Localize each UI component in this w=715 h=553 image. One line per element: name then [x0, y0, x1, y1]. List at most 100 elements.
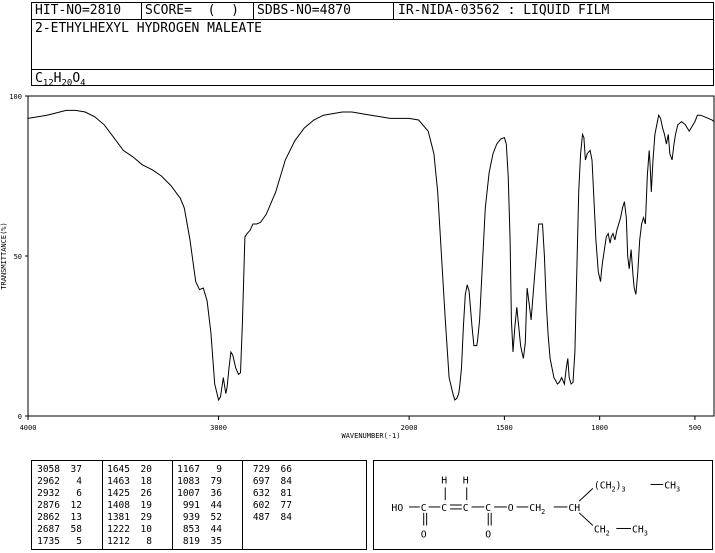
peak-row: 2932 6 — [36, 488, 82, 500]
x-tick-label: 4000 — [20, 424, 37, 432]
spectrum-line — [27, 109, 715, 402]
x-tick-label: 3000 — [210, 424, 227, 432]
peak-wavenumber: 2962 — [37, 476, 60, 487]
peak-wavenumber: 1007 — [177, 488, 200, 499]
peak-wavenumber: 487 — [252, 512, 270, 523]
struct-h1: H — [441, 475, 447, 486]
peak-transmittance: 77 — [280, 500, 292, 511]
peak-row: 1167 9 — [176, 464, 222, 476]
y-tick-label: 50 — [14, 253, 22, 261]
struct-o2: O — [485, 529, 491, 540]
ir-spectrum-chart: 4000 3000 2000 1500 1000 500 0 50 100 WAVENUMBER… — [0, 93, 715, 440]
x-tick-label: 500 — [689, 424, 702, 432]
struct-o1: O — [421, 529, 427, 540]
peak-row: 2687 58 — [36, 524, 82, 536]
peak-row: 3058 37 — [36, 464, 82, 476]
peak-wavenumber: 3058 — [37, 464, 60, 475]
peak-transmittance: 19 — [140, 500, 152, 511]
peak-row: 1408 19 — [106, 500, 152, 512]
peak-wavenumber: 1735 — [37, 536, 60, 547]
peak-wavenumber: 1463 — [107, 476, 130, 487]
peak-transmittance: 58 — [70, 524, 82, 535]
peak-table: 3058 37 2962 4 2932 6 2876 12 2862 13 2687 58 1735 5 1… — [31, 460, 367, 550]
peak-transmittance: 36 — [210, 488, 222, 499]
peak-transmittance: 10 — [140, 524, 152, 535]
chemical-structure: HO C O C H C H C O O CH2 CH (CH2)3 CH3 C… — [373, 460, 713, 550]
peak-wavenumber: 2876 — [37, 500, 60, 511]
compound-name: 2-ETHYLHEXYL HYDROGEN MALEATE — [35, 21, 262, 36]
peak-wavenumber: 697 — [252, 476, 270, 487]
chart-axes — [27, 95, 715, 417]
struct-bot-ch3: CH3 — [632, 524, 648, 537]
plot-frame — [27, 95, 715, 417]
peak-transmittance: 35 — [210, 536, 222, 547]
struct-c1: C — [421, 503, 427, 514]
peak-transmittance: 8 — [146, 536, 152, 547]
x-tick-label: 1500 — [496, 424, 513, 432]
struct-h2: H — [463, 475, 469, 486]
peak-wavenumber: 1645 — [107, 464, 130, 475]
score: SCORE= ( ) — [142, 3, 254, 19]
peak-row: 729 66 — [246, 464, 292, 476]
peak-row: 1083 79 — [176, 476, 222, 488]
peak-row: 1425 26 — [106, 488, 152, 500]
peak-row: 1381 29 — [106, 512, 152, 524]
peak-row: 1463 18 — [106, 476, 152, 488]
peak-row: 2876 12 — [36, 500, 82, 512]
peak-transmittance: 52 — [210, 512, 222, 523]
struct-ho: HO — [391, 503, 403, 514]
peak-transmittance: 6 — [76, 488, 82, 499]
peak-transmittance: 44 — [210, 524, 222, 535]
peak-row: 1735 5 — [36, 536, 82, 548]
peak-column-divider — [172, 461, 173, 549]
peak-row: 602 77 — [246, 500, 292, 512]
y-tick-label: 0 — [18, 413, 22, 421]
peak-row: 2862 13 — [36, 512, 82, 524]
peak-row: 1212 8 — [106, 536, 152, 548]
peak-wavenumber: 1408 — [107, 500, 130, 511]
peak-wavenumber: 819 — [182, 536, 200, 547]
peak-transmittance: 26 — [140, 488, 152, 499]
peak-wavenumber: 1167 — [177, 464, 200, 475]
peak-wavenumber: 1425 — [107, 488, 130, 499]
peak-transmittance: 18 — [140, 476, 152, 487]
spectrum-header: HIT-NO=2810 SCORE= ( ) SDBS-NO=4870 IR-N… — [31, 2, 714, 89]
peak-transmittance: 37 — [70, 464, 82, 475]
peak-transmittance: 13 — [70, 512, 82, 523]
measurement-method: IR-NIDA-03562 : LIQUID FILM — [398, 3, 610, 18]
struct-c4: C — [485, 503, 491, 514]
peak-row: 939 52 — [176, 512, 222, 524]
struct-top-ch3: CH3 — [664, 480, 680, 493]
peak-row: 819 35 — [176, 536, 222, 548]
x-tick-label: 1000 — [591, 424, 608, 432]
molecular-formula: C12H20O4 — [32, 69, 713, 89]
struct-bot-ch2: CH2 — [594, 524, 610, 537]
peak-wavenumber: 632 — [252, 488, 270, 499]
peak-column: 3058 37 2962 4 2932 6 2876 12 2862 13 2687 58 1735 5 — [36, 464, 82, 548]
peak-transmittance: 20 — [140, 464, 152, 475]
peak-transmittance: 66 — [280, 464, 292, 475]
peak-column: 729 66 697 84 632 81 602 77 487 84 — [246, 464, 292, 524]
peak-wavenumber: 2932 — [37, 488, 60, 499]
peak-transmittance: 4 — [76, 476, 82, 487]
peak-wavenumber: 1083 — [177, 476, 200, 487]
peak-transmittance: 84 — [280, 512, 292, 523]
peak-column: 1167 9 1083 79 1007 36 991 44 939 52 853 44 819 35 — [176, 464, 222, 548]
peak-transmittance: 5 — [76, 536, 82, 547]
peak-wavenumber: 939 — [182, 512, 200, 523]
peak-row: 1007 36 — [176, 488, 222, 500]
peak-transmittance: 44 — [210, 500, 222, 511]
struct-c3: C — [463, 503, 469, 514]
peak-wavenumber: 1222 — [107, 524, 130, 535]
peak-transmittance: 12 — [70, 500, 82, 511]
struct-ch2: CH2 — [529, 503, 545, 516]
peak-wavenumber: 1381 — [107, 512, 130, 523]
x-axis-label: WAVENUMBER(-1) — [341, 432, 400, 440]
peak-transmittance: 9 — [216, 464, 222, 475]
struct-o-ester: O — [508, 503, 514, 514]
peak-column-divider — [242, 461, 243, 549]
sdbs-number: SDBS-NO=4870 — [254, 3, 394, 19]
peak-wavenumber: 602 — [252, 500, 270, 511]
struct-top-chain: (CH2)3 — [594, 480, 626, 493]
header-info-row: HIT-NO=2810 SCORE= ( ) SDBS-NO=4870 IR-N… — [32, 3, 713, 20]
